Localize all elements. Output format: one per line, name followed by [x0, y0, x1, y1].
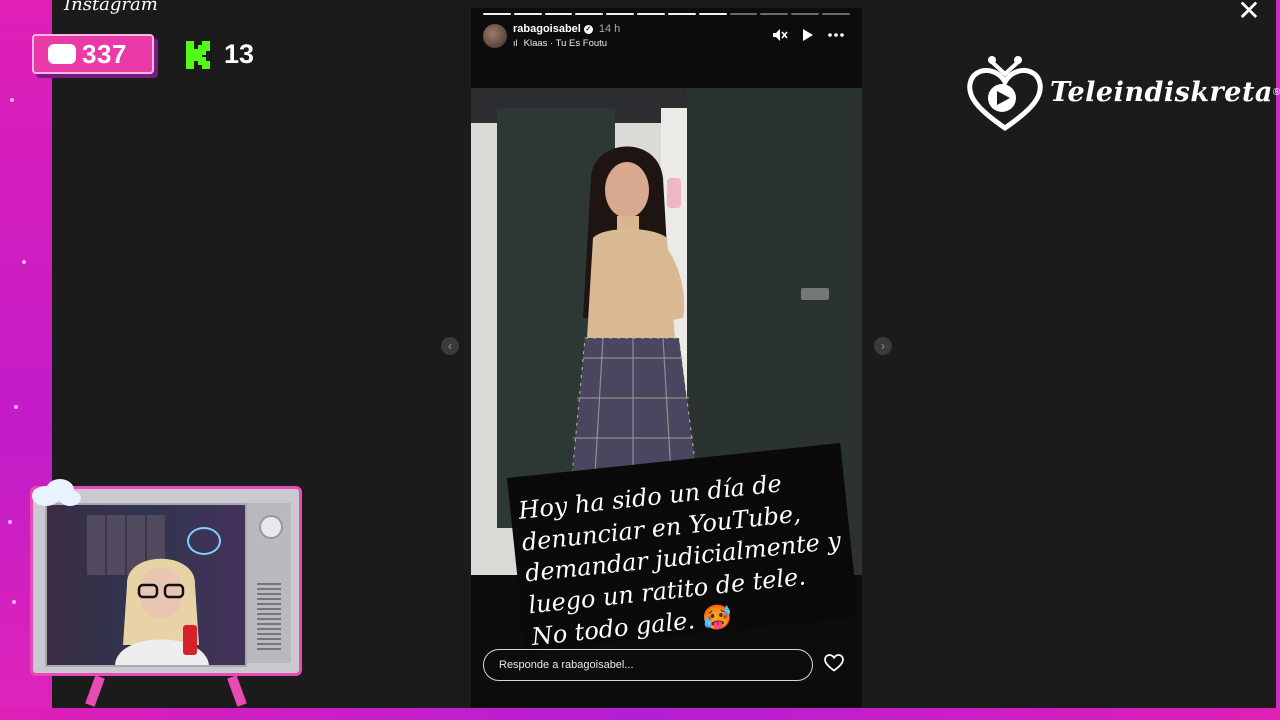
- cloud-icon: [32, 479, 81, 506]
- story-progress-bar: [483, 13, 850, 15]
- story-caption: Hoy ha sido un día de denunciar en YouTu…: [517, 463, 852, 654]
- streamer-webcam-image: [115, 558, 209, 665]
- like-button[interactable]: [824, 654, 846, 676]
- story-progress-segment: [791, 13, 820, 15]
- story-username[interactable]: rabagoisabel: [513, 23, 581, 35]
- webcam-feed: [45, 503, 247, 667]
- story-progress-segment: [667, 13, 696, 15]
- story-progress-segment: [483, 13, 511, 15]
- play-icon: [803, 29, 813, 41]
- tv-side-panel: [247, 503, 291, 663]
- teleindiskreta-logo: Teleindiskreta ®: [966, 52, 1280, 132]
- avatar[interactable]: [483, 24, 507, 48]
- story-progress-segment: [544, 13, 573, 15]
- instagram-logo[interactable]: Instagram: [64, 0, 158, 15]
- story-progress-segment: [575, 13, 604, 15]
- chevron-left-icon: ‹: [448, 339, 452, 353]
- verified-badge-icon: ✓: [583, 24, 593, 34]
- more-options-icon: [828, 33, 844, 37]
- brand-registered-mark: ®: [1272, 86, 1280, 98]
- heart-icon: [824, 654, 844, 672]
- story-progress-segment: [729, 13, 758, 15]
- story-progress-segment: [606, 13, 635, 15]
- stream-frame-bottom: [0, 708, 1280, 720]
- story-card[interactable]: rabagoisabel ✓ 14 h ıl Klaas · Tu Es Foutu: [471, 8, 862, 708]
- muted-speaker-icon: [773, 29, 788, 41]
- reply-input[interactable]: [483, 649, 813, 681]
- caption-text: Hoy ha sido un día de denunciar en YouTu…: [517, 469, 843, 651]
- story-progress-segment: [698, 13, 727, 15]
- kick-count: 13: [224, 38, 255, 69]
- story-header: rabagoisabel ✓ 14 h ıl Klaas · Tu Es Foutu: [483, 22, 850, 52]
- tv-knob-icon: [259, 515, 283, 539]
- reply-bar: [483, 649, 850, 683]
- hot-face-emoji-icon: 🥵: [700, 601, 734, 633]
- close-button[interactable]: ✕: [1234, 0, 1264, 26]
- story-progress-segment: [822, 13, 850, 15]
- more-options-button[interactable]: [828, 27, 844, 43]
- story-progress-segment: [760, 13, 789, 15]
- play-button[interactable]: [802, 27, 814, 43]
- previous-story-button[interactable]: ‹: [441, 337, 459, 355]
- chevron-right-icon: ›: [881, 339, 885, 353]
- story-progress-segment: [513, 13, 542, 15]
- mute-button[interactable]: [772, 27, 788, 43]
- music-track[interactable]: Klaas · Tu Es Foutu: [524, 38, 607, 49]
- kick-viewer-badge: 13: [182, 36, 254, 72]
- chat-count: 337: [82, 38, 127, 69]
- story-time: 14 h: [598, 23, 621, 35]
- music-bars-icon: ıl: [513, 38, 518, 48]
- tv-speaker-grille: [257, 583, 281, 651]
- next-story-button[interactable]: ›: [874, 337, 892, 355]
- kick-logo-icon: [186, 41, 210, 69]
- brand-name: Teleindiskreta: [1050, 76, 1273, 108]
- chat-viewer-badge: 337: [32, 34, 154, 74]
- chat-bubble-icon: [48, 44, 76, 64]
- webcam-tv-frame: [28, 479, 304, 708]
- story-progress-segment: [637, 13, 665, 15]
- heart-tv-logo-icon: [967, 56, 1043, 132]
